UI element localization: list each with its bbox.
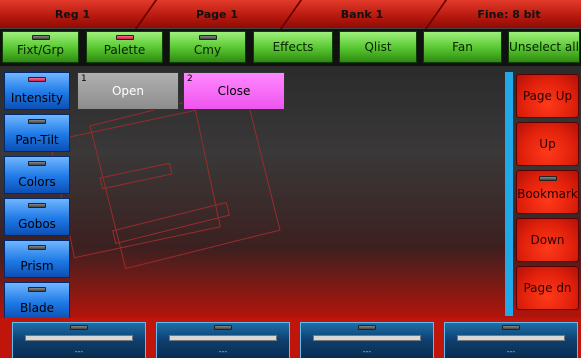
fan-label: Fan [452, 40, 473, 54]
led-indicator-icon [70, 325, 88, 330]
page-up-label: Page Up [522, 89, 573, 103]
preset-scrollbar[interactable] [505, 72, 513, 316]
unselect-all-label: Unselect all [509, 40, 579, 54]
led-indicator-icon [31, 35, 50, 40]
attribute-gobos-button[interactable]: Gobos [4, 198, 70, 236]
led-indicator-icon [28, 161, 46, 166]
preset-label: Close [217, 84, 251, 98]
led-indicator-icon [28, 245, 46, 250]
qlist-label: Qlist [364, 40, 392, 54]
attribute-pan-tilt-button[interactable]: Pan-Tilt [4, 114, 70, 152]
bookmark-label: Bookmark [517, 187, 578, 201]
led-indicator-icon [28, 119, 46, 124]
fader-label: --- [362, 347, 372, 356]
fader-2[interactable]: --- [156, 322, 290, 358]
page-indicator: Page 1 [195, 8, 238, 21]
preset-open-button[interactable]: 1 Open [77, 72, 179, 110]
led-indicator-icon [502, 325, 520, 330]
fader-1[interactable]: --- [12, 322, 146, 358]
up-label: Up [539, 137, 556, 151]
fixt-grp-label: Fixt/Grp [16, 43, 65, 57]
led-indicator-icon [198, 35, 217, 40]
palette-button[interactable]: Palette [86, 31, 163, 63]
page-up-button[interactable]: Page Up [516, 74, 579, 118]
page-dn-label: Page dn [523, 281, 572, 295]
attribute-colors-button[interactable]: Colors [4, 156, 70, 194]
up-button[interactable]: Up [516, 122, 579, 166]
fader-label: --- [74, 347, 84, 356]
palette-label: Palette [103, 43, 146, 57]
led-indicator-icon [214, 325, 232, 330]
led-indicator-icon [28, 287, 46, 292]
led-indicator-icon [538, 176, 557, 181]
fader-track[interactable] [25, 335, 133, 341]
preset-number: 1 [81, 74, 87, 84]
cmy-button[interactable]: Cmy [169, 31, 246, 63]
led-indicator-icon [28, 203, 46, 208]
gobos-label: Gobos [18, 217, 56, 231]
preset-label: Open [111, 84, 145, 98]
preset-area: Intensity Pan-Tilt Colors Gobos Prism Bl… [0, 66, 581, 318]
attribute-intensity-button[interactable]: Intensity [4, 72, 70, 110]
fan-button[interactable]: Fan [423, 31, 502, 63]
fader-4[interactable]: --- [444, 322, 578, 358]
attribute-blade-button[interactable]: Blade [4, 282, 70, 318]
intensity-label: Intensity [10, 91, 64, 105]
preset-close-button[interactable]: 2 Close [183, 72, 285, 110]
fader-track[interactable] [313, 335, 421, 341]
preset-number: 2 [187, 74, 193, 84]
effects-button[interactable]: Effects [253, 31, 333, 63]
unselect-all-button[interactable]: Unselect all [508, 31, 580, 63]
fixt-grp-button[interactable]: Fixt/Grp [2, 31, 79, 63]
cmy-label: Cmy [193, 43, 222, 57]
fine-indicator: Fine: 8 bit [477, 8, 541, 21]
led-indicator-icon [28, 77, 46, 82]
bank-indicator: Bank 1 [340, 8, 384, 21]
prism-label: Prism [20, 259, 54, 273]
fader-track[interactable] [169, 335, 277, 341]
reg-indicator: Reg 1 [54, 8, 91, 21]
bookmark-button[interactable]: Bookmark [516, 170, 579, 214]
page-dn-button[interactable]: Page dn [516, 266, 579, 310]
fader-bank: --- --- --- --- [0, 318, 581, 358]
fader-label: --- [218, 347, 228, 356]
top-toolbar: Fixt/Grp Palette Cmy Effects Qlist Fan U… [0, 29, 581, 66]
led-indicator-icon [358, 325, 376, 330]
attribute-prism-button[interactable]: Prism [4, 240, 70, 278]
effects-label: Effects [272, 40, 314, 54]
status-bar: Reg 1 Page 1 Bank 1 Fine: 8 bit [0, 0, 581, 29]
fader-label: --- [506, 347, 516, 356]
qlist-button[interactable]: Qlist [339, 31, 417, 63]
pan-tilt-label: Pan-Tilt [15, 133, 59, 147]
colors-label: Colors [18, 175, 56, 189]
down-button[interactable]: Down [516, 218, 579, 262]
led-indicator-icon [115, 35, 134, 40]
fader-3[interactable]: --- [300, 322, 434, 358]
down-label: Down [530, 233, 565, 247]
fader-track[interactable] [457, 335, 565, 341]
blade-label: Blade [20, 301, 54, 315]
